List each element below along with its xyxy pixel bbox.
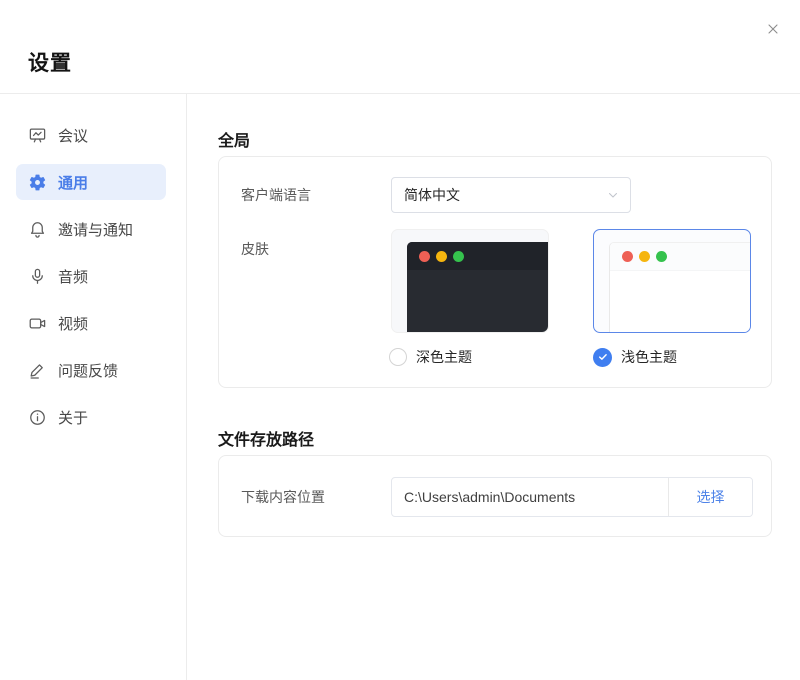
sidebar-item-notifications[interactable]: 邀请与通知 (16, 211, 166, 247)
sidebar-item-label: 会议 (58, 127, 89, 145)
traffic-dot-red (419, 250, 430, 262)
microphone-icon (28, 267, 47, 286)
radio-checked-icon (593, 347, 612, 367)
sidebar: 会议 通用 邀请与通知 音频 视频 问题反馈 关于 (0, 94, 187, 680)
dark-theme-window-titlebar (407, 242, 548, 270)
traffic-dot-yellow (436, 250, 447, 262)
language-label: 客户端语言 (241, 187, 311, 203)
pencil-icon (28, 361, 47, 380)
sidebar-item-feedback[interactable]: 问题反馈 (16, 352, 166, 388)
sidebar-item-video[interactable]: 视频 (16, 305, 166, 341)
sidebar-item-label: 音频 (58, 268, 89, 286)
download-path-field[interactable]: C:\Users\admin\Documents (392, 478, 669, 516)
light-theme-window-titlebar (610, 243, 750, 271)
light-theme-window-mockup (609, 242, 750, 332)
traffic-dot-green (656, 251, 667, 262)
sidebar-item-label: 视频 (58, 315, 89, 333)
sidebar-item-label: 通用 (58, 174, 89, 192)
light-theme-radio-label: 浅色主题 (621, 349, 677, 365)
traffic-dot-green (453, 250, 464, 262)
gear-icon (28, 173, 47, 192)
radio-unchecked-icon (389, 348, 407, 366)
traffic-dot-yellow (639, 251, 650, 262)
light-theme-radio[interactable]: 浅色主题 (593, 347, 677, 367)
sidebar-item-audio[interactable]: 音频 (16, 258, 166, 294)
sidebar-item-about[interactable]: 关于 (16, 399, 166, 435)
section-title-global: 全局 (218, 133, 251, 150)
bell-icon (28, 220, 47, 239)
sidebar-item-label: 问题反馈 (58, 362, 119, 380)
download-path-group: C:\Users\admin\Documents 选择 (391, 477, 753, 517)
language-selected-value: 简体中文 (404, 187, 460, 203)
meeting-board-icon (28, 126, 47, 145)
language-select[interactable]: 简体中文 (391, 177, 631, 213)
sidebar-item-label: 关于 (58, 409, 89, 427)
video-camera-icon (28, 314, 47, 333)
storage-settings-card: 下载内容位置 C:\Users\admin\Documents 选择 (218, 455, 772, 537)
settings-dialog: 设置 会议 通用 邀请与通知 音频 视频 问题反馈 关于 全局 客户端语言 简体… (0, 0, 800, 680)
skin-label: 皮肤 (241, 241, 269, 257)
dark-theme-window-mockup (407, 242, 548, 332)
choose-path-button[interactable]: 选择 (669, 478, 752, 516)
dark-theme-radio-label: 深色主题 (416, 349, 472, 365)
info-icon (28, 408, 47, 427)
download-location-label: 下载内容位置 (241, 489, 325, 505)
sidebar-item-meeting[interactable]: 会议 (16, 117, 166, 153)
dark-theme-radio[interactable]: 深色主题 (389, 347, 472, 367)
global-settings-card: 客户端语言 简体中文 皮肤 深色主题 浅色主题 (218, 156, 772, 388)
sidebar-item-general[interactable]: 通用 (16, 164, 166, 200)
light-theme-preview[interactable] (593, 229, 751, 333)
section-title-storage: 文件存放路径 (218, 432, 315, 449)
page-title: 设置 (28, 52, 72, 75)
dark-theme-preview[interactable] (391, 229, 549, 333)
chevron-down-icon (606, 188, 620, 202)
traffic-dot-red (622, 251, 633, 262)
sidebar-item-label: 邀请与通知 (58, 221, 134, 239)
close-icon[interactable] (761, 17, 785, 41)
